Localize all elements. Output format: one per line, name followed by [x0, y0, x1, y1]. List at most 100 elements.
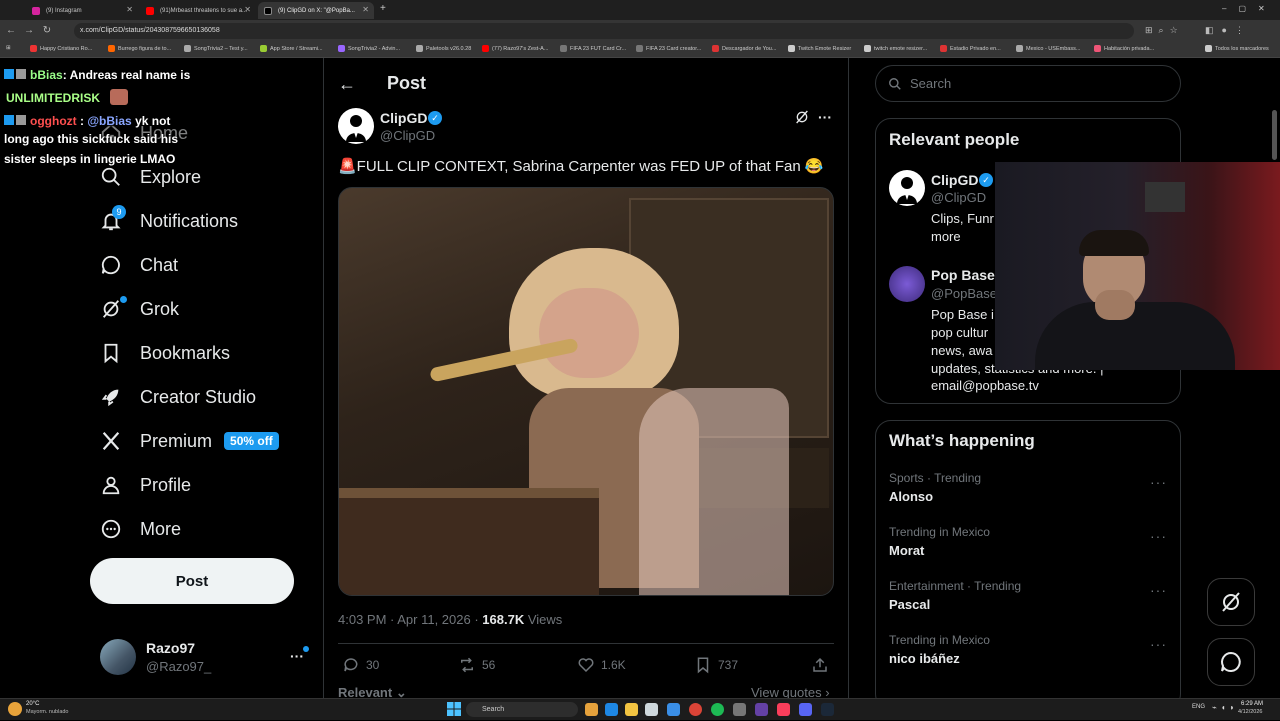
person-handle: @ClipGD	[931, 190, 987, 205]
bookmark-item[interactable]: Burrego figura de to...	[108, 45, 171, 52]
bookmark-button[interactable]: 737	[694, 656, 738, 674]
tab-x-post[interactable]: (9) ClipGD on X: "@PopBa... ✕	[258, 2, 374, 19]
bookmark-item[interactable]: Twitch Emote Resizer	[788, 45, 851, 52]
person-avatar[interactable]	[889, 266, 925, 302]
trend-more-icon[interactable]: ···	[1150, 582, 1167, 598]
chat-username: bBias	[30, 68, 63, 82]
discord-icon[interactable]	[799, 703, 812, 716]
page-title: Post	[387, 73, 427, 93]
trend-more-icon[interactable]: ···	[1150, 528, 1167, 544]
person-bio: more	[931, 229, 961, 244]
author-name[interactable]: ClipGD	[380, 110, 427, 126]
extension-icons[interactable]: ⊞⌕☆	[1145, 25, 1184, 36]
share-button[interactable]	[811, 656, 829, 679]
person-name[interactable]: Pop Base	[931, 267, 995, 283]
reply-button[interactable]: 30	[342, 656, 379, 674]
spotify-icon[interactable]	[711, 703, 724, 716]
close-icon[interactable]: ✕	[126, 5, 133, 14]
trend-item[interactable]: Entertainment · Trending Pascal	[889, 579, 1021, 612]
nav-creator-studio[interactable]: Creator Studio	[100, 382, 256, 412]
repost-button[interactable]: 56	[458, 656, 495, 674]
bookmark-item[interactable]: Mexico - USEmbass...	[1016, 45, 1080, 52]
tab-youtube[interactable]: (91)Mrbeast threatens to sue a... ✕	[140, 2, 256, 19]
bookmark-item[interactable]: FIFA 23 Card creator...	[636, 45, 701, 52]
steam-icon[interactable]	[821, 703, 834, 716]
twitch-icon[interactable]	[755, 703, 768, 716]
window-controls[interactable]: –▢✕	[1222, 4, 1277, 13]
grok-icon[interactable]	[794, 109, 810, 130]
author-avatar[interactable]	[338, 108, 374, 144]
profile-menu-icons[interactable]: ◧●⋮	[1205, 25, 1252, 36]
nav-explore[interactable]: Explore	[100, 162, 201, 192]
account-menu-icon[interactable]: ···	[290, 648, 304, 664]
rocket-icon	[101, 389, 119, 407]
close-icon[interactable]: ✕	[244, 5, 251, 14]
bookmark-item[interactable]: Estadio Privado en...	[940, 45, 1001, 52]
app-icon[interactable]	[667, 703, 680, 716]
language-indicator[interactable]: ENG	[1192, 704, 1205, 710]
file-explorer-icon[interactable]	[585, 703, 598, 716]
bookmark-item[interactable]: Paletools v26.0.28	[416, 45, 471, 52]
premium-discount-badge: 50% off	[224, 432, 279, 450]
folder-icon[interactable]	[625, 703, 638, 716]
person-bio: pop cultur	[931, 325, 989, 340]
bookmark-item[interactable]: App Store / Streami...	[260, 45, 323, 52]
bookmark-item[interactable]: (77) Razo97's Zest-A...	[482, 45, 548, 52]
bookmark-item[interactable]: Descargador de You...	[712, 45, 776, 52]
close-icon[interactable]: ✕	[362, 5, 369, 14]
tray-icons[interactable]: ⌁◖◗	[1212, 703, 1238, 712]
bookmark-item[interactable]: SongTrivia2 - Advin...	[338, 45, 400, 52]
page-scrollbar-thumb[interactable]	[1272, 110, 1277, 160]
post-more-icon[interactable]: ···	[818, 109, 832, 125]
tab-instagram[interactable]: (9) Instagram ✕	[26, 2, 138, 19]
nav-premium[interactable]: Premium 50% off	[100, 426, 279, 456]
person-name[interactable]: ClipGD	[931, 172, 978, 188]
nav-label: Explore	[140, 166, 202, 187]
chrome-icon[interactable]	[689, 703, 702, 716]
avatar[interactable]	[100, 639, 136, 675]
store-icon[interactable]	[645, 703, 658, 716]
bookmark-item[interactable]: Habitación privada...	[1094, 45, 1154, 52]
nav-more[interactable]: More	[100, 514, 181, 544]
bookmark-item[interactable]: twitch emote resizer...	[864, 45, 927, 52]
apps-icon[interactable]: ⊞	[6, 45, 11, 51]
like-button[interactable]: 1.6K	[577, 656, 626, 674]
bookmark-item[interactable]: FIFA 23 FUT Card Cr...	[560, 45, 626, 52]
grok-floating-button[interactable]	[1207, 578, 1255, 626]
trend-item[interactable]: Trending in Mexico nico ibáñez	[889, 633, 990, 666]
post-button[interactable]: Post	[90, 558, 294, 604]
post-media-video[interactable]	[338, 187, 834, 596]
music-icon[interactable]	[777, 703, 790, 716]
edge-icon[interactable]	[605, 703, 618, 716]
trend-name: Pascal	[889, 597, 931, 612]
person-avatar[interactable]	[889, 170, 925, 206]
back-icon[interactable]: ←	[4, 24, 18, 38]
weather-icon[interactable]	[8, 702, 22, 716]
app-icon[interactable]	[733, 703, 746, 716]
nav-label: Premium	[140, 430, 213, 451]
clock-time[interactable]: 6:29 AM	[1241, 701, 1263, 707]
trend-item[interactable]: Trending in Mexico Morat	[889, 525, 990, 558]
nav-bookmarks[interactable]: Bookmarks	[100, 338, 230, 368]
nav-grok[interactable]: Grok	[100, 294, 179, 324]
nav-chat[interactable]: Chat	[100, 250, 178, 280]
search-input[interactable]: Search	[875, 65, 1181, 102]
start-windows-icon[interactable]	[447, 702, 461, 716]
nav-profile[interactable]: Profile	[100, 470, 191, 500]
chat-message: ogghozt : @bBias yk not	[4, 114, 170, 128]
chat-floating-button[interactable]	[1207, 638, 1255, 686]
trend-more-icon[interactable]: ···	[1150, 474, 1167, 490]
reload-icon[interactable]: ↻	[40, 24, 54, 38]
trend-item[interactable]: Sports · Trending Alonso	[889, 471, 981, 504]
bookmark-item[interactable]: SongTrivia2 – Test y...	[184, 45, 248, 52]
nav-label: Profile	[140, 474, 192, 495]
new-tab-button[interactable]: +	[380, 3, 386, 14]
bookmarks-folder[interactable]: Todos los marcadores	[1205, 45, 1269, 52]
url-field[interactable]: x.com/ClipGD/status/2043087596650136058	[74, 23, 1134, 39]
back-arrow-icon[interactable]: ←	[338, 74, 356, 95]
forward-icon[interactable]: →	[22, 24, 36, 38]
trend-more-icon[interactable]: ···	[1150, 636, 1167, 652]
taskbar-search-input[interactable]: Search	[466, 702, 578, 717]
bookmark-item[interactable]: Happy Cristiano Ro...	[30, 45, 92, 52]
piano-top-shape	[339, 488, 599, 498]
